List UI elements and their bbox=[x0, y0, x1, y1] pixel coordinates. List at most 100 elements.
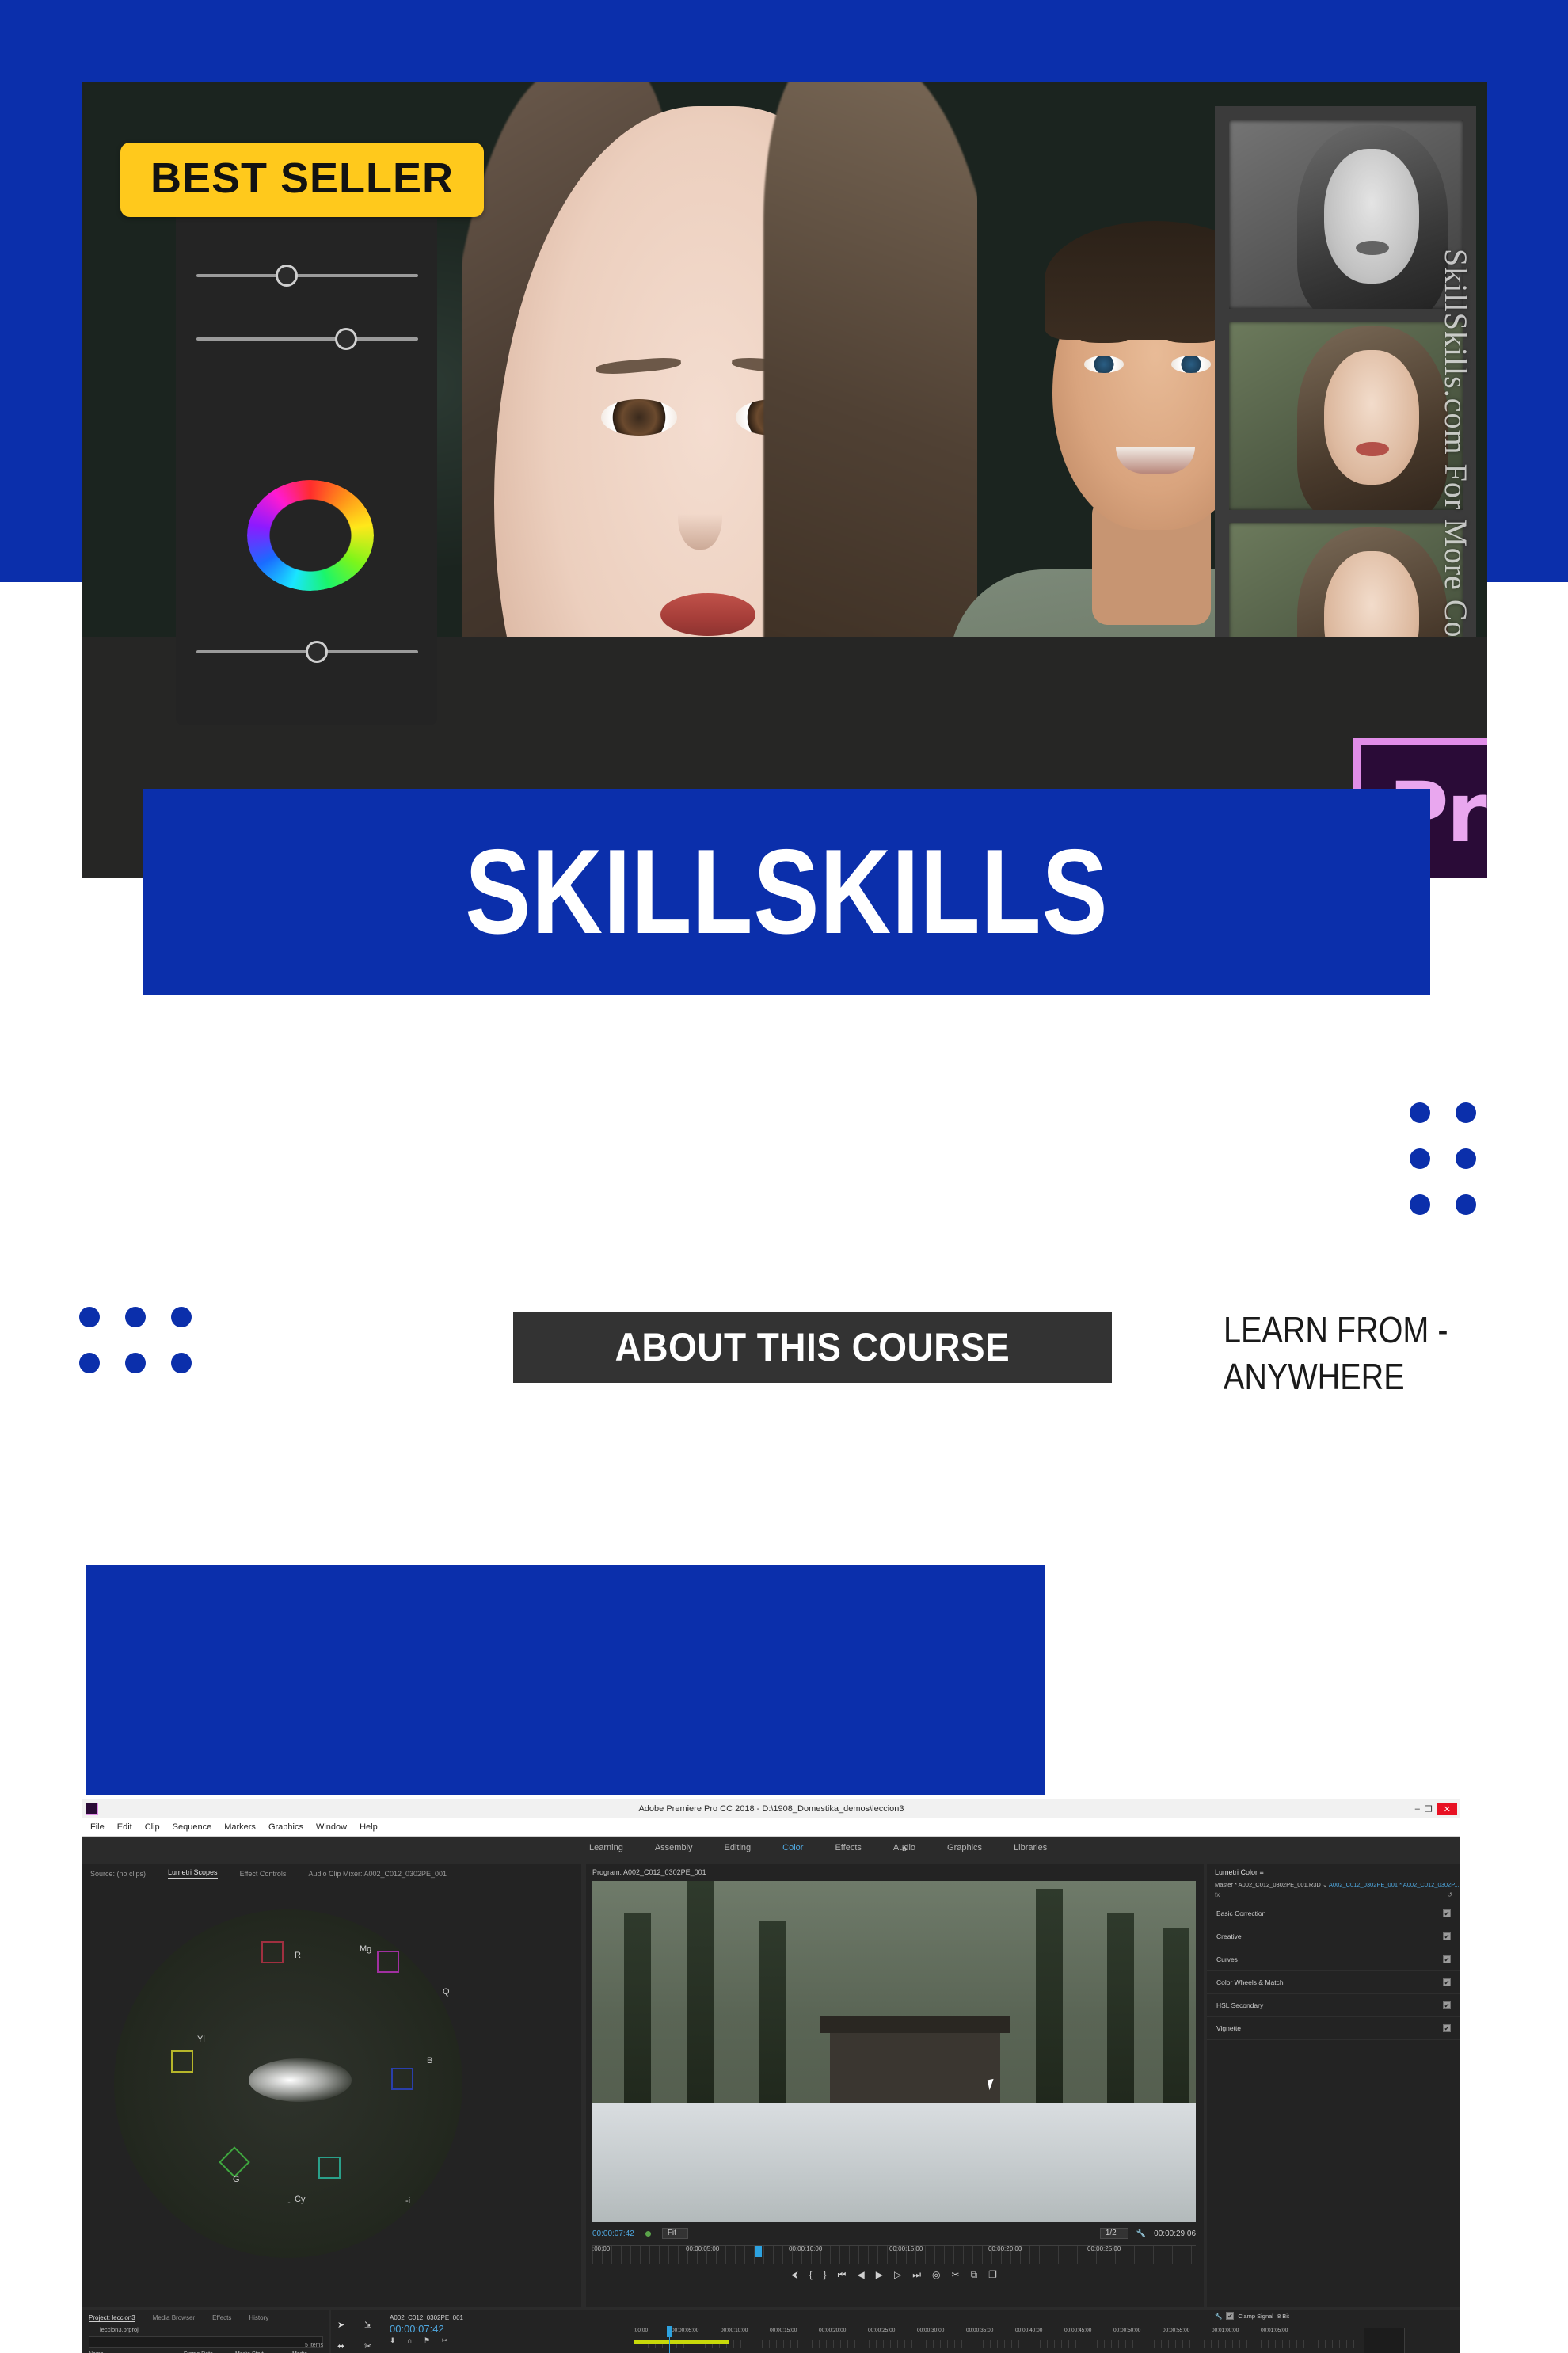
vectorscope[interactable]: R Mg Q B -i Cy G Yl bbox=[114, 1909, 462, 2258]
timeline-settings-icon[interactable]: ✂ bbox=[442, 2336, 453, 2344]
slider-track-2[interactable] bbox=[196, 328, 418, 350]
lumetri-section-vignette[interactable]: Vignette ✔ bbox=[1207, 2017, 1460, 2040]
ripple-edit-tool-icon[interactable]: ⬌ bbox=[337, 2341, 360, 2353]
project-file-name[interactable]: leccion3.prproj bbox=[82, 2322, 329, 2333]
menu-bar[interactable]: File Edit Clip Sequence Markers Graphics… bbox=[82, 1818, 1460, 1837]
menu-item-file[interactable]: File bbox=[90, 1822, 105, 1832]
panel-menu-icon[interactable]: ≡ bbox=[1260, 1868, 1264, 1876]
tab-lumetri-scopes[interactable]: Lumetri Scopes bbox=[168, 1868, 218, 1879]
tab-history[interactable]: History bbox=[249, 2314, 268, 2322]
marker-icon[interactable]: ⚑ bbox=[424, 2336, 435, 2344]
menu-item-markers[interactable]: Markers bbox=[224, 1822, 256, 1832]
fx-label: fx bbox=[1215, 1891, 1220, 1898]
lumetri-section-color-wheels-match[interactable]: Color Wheels & Match ✔ bbox=[1207, 1971, 1460, 1994]
timeline-ruler[interactable]: :00:00 00:00:05:00 00:00:10:00 00:00:15:… bbox=[634, 2328, 1394, 2339]
mark-in-icon[interactable]: ⮜ bbox=[791, 2269, 798, 2281]
lumetri-section-basic-correction[interactable]: Basic Correction ✔ bbox=[1207, 1902, 1460, 1925]
out-point-icon[interactable]: } bbox=[824, 2269, 827, 2281]
project-tab-bar[interactable]: Project: leccion3 Media Browser Effects … bbox=[82, 2310, 329, 2322]
lumetri-section-creative[interactable]: Creative ✔ bbox=[1207, 1925, 1460, 1948]
menu-item-window[interactable]: Window bbox=[316, 1822, 347, 1832]
lumetri-section-curves[interactable]: Curves ✔ bbox=[1207, 1948, 1460, 1971]
settings-wrench-icon[interactable]: 🔧 bbox=[1136, 2229, 1146, 2238]
lumetri-master-row[interactable]: Master * A002_C012_0302PE_001.R3D ⌄ A002… bbox=[1207, 1876, 1460, 1888]
resolution-select[interactable]: 1/2 bbox=[1099, 2228, 1128, 2239]
tab-graphics[interactable]: Graphics bbox=[947, 1843, 982, 1852]
button-editor-icon[interactable]: ❐ bbox=[988, 2269, 997, 2281]
lumetri-scopes-panel: Source: (no clips) Lumetri Scopes Effect… bbox=[82, 1864, 581, 2307]
selection-tool-icon[interactable]: ➤ bbox=[337, 2320, 360, 2336]
ruler-tick-1: 00:00:05:00 bbox=[686, 2245, 720, 2252]
step-forward-icon[interactable]: ▷ bbox=[894, 2269, 901, 2281]
chevron-down-icon[interactable]: ⌄ bbox=[1323, 1881, 1327, 1888]
bit-depth-select[interactable]: 8 Bit bbox=[1277, 2313, 1289, 2320]
color-wheel-icon[interactable] bbox=[247, 480, 374, 591]
menu-item-sequence[interactable]: Sequence bbox=[173, 1822, 212, 1832]
target-mg bbox=[377, 1951, 399, 1973]
left-panel-tab-bar[interactable]: Source: (no clips) Lumetri Scopes Effect… bbox=[82, 1864, 581, 1879]
section-checkbox[interactable]: ✔ bbox=[1443, 1932, 1451, 1940]
tab-editing[interactable]: Editing bbox=[725, 1843, 752, 1852]
tl-tick-2: 00:00:10:00 bbox=[721, 2328, 748, 2333]
menu-item-clip[interactable]: Clip bbox=[145, 1822, 160, 1832]
menu-item-graphics[interactable]: Graphics bbox=[268, 1822, 303, 1832]
tab-libraries[interactable]: Libraries bbox=[1014, 1843, 1047, 1852]
reset-icon[interactable]: ↺ bbox=[1447, 1891, 1452, 1898]
timeline-sequence-name[interactable]: A002_C012_0302PE_001 bbox=[382, 2310, 1460, 2321]
lumetri-master-link[interactable]: A002_C012_0302PE_001 * A002_C012_0302P..… bbox=[1329, 1881, 1460, 1888]
window-controls[interactable]: – ❐ ✕ bbox=[1415, 1803, 1457, 1815]
section-checkbox[interactable]: ✔ bbox=[1443, 2001, 1451, 2009]
tab-source[interactable]: Source: (no clips) bbox=[90, 1870, 146, 1878]
maximize-icon[interactable]: ❐ bbox=[1425, 1804, 1433, 1814]
transport-controls[interactable]: ⮜ { } ⏮ ◀ ▶ ▷ ⏭ ◎ ✂ ⧉ ❐ bbox=[592, 2269, 1196, 2281]
tab-media-browser[interactable]: Media Browser bbox=[153, 2314, 195, 2322]
section-checkbox[interactable]: ✔ bbox=[1443, 1909, 1451, 1917]
slider-track-1[interactable] bbox=[196, 265, 418, 287]
go-to-in-icon[interactable]: ⏮ bbox=[838, 2269, 847, 2281]
slider-track-3[interactable] bbox=[196, 641, 418, 663]
workspace-overflow-icon[interactable]: » bbox=[902, 1843, 908, 1854]
step-back-icon[interactable]: ◀ bbox=[857, 2269, 864, 2281]
lift-icon[interactable]: ◎ bbox=[932, 2269, 940, 2281]
target-cy bbox=[318, 2157, 341, 2179]
menu-item-help[interactable]: Help bbox=[360, 1822, 378, 1832]
go-to-out-icon[interactable]: ⏭ bbox=[912, 2269, 921, 2281]
timeline-track[interactable] bbox=[634, 2340, 1394, 2348]
tab-audio-clip-mixer[interactable]: Audio Clip Mixer: A002_C012_0302PE_001 bbox=[308, 1870, 447, 1878]
snap-icon[interactable]: ⬇ bbox=[390, 2336, 401, 2344]
tab-learning[interactable]: Learning bbox=[589, 1843, 623, 1852]
minimize-icon[interactable]: – bbox=[1415, 1804, 1420, 1814]
tab-effects-bottom[interactable]: Effects bbox=[212, 2314, 231, 2322]
wrench-icon[interactable]: 🔧 bbox=[1215, 2313, 1222, 2320]
section-checkbox[interactable]: ✔ bbox=[1443, 1978, 1451, 1986]
ruler-tick-4: 00:00:20:00 bbox=[988, 2245, 1022, 2252]
section-checkbox[interactable]: ✔ bbox=[1443, 1955, 1451, 1963]
program-monitor-video[interactable] bbox=[592, 1881, 1196, 2222]
program-timeline-ruler[interactable]: :00:00 00:00:05:00 00:00:10:00 00:00:15:… bbox=[592, 2245, 1196, 2264]
tab-effects[interactable]: Effects bbox=[835, 1843, 861, 1852]
tab-color[interactable]: Color bbox=[782, 1843, 803, 1852]
close-icon[interactable]: ✕ bbox=[1437, 1803, 1457, 1815]
linked-selection-icon[interactable]: ∩ bbox=[407, 2336, 417, 2344]
tab-effect-controls[interactable]: Effect Controls bbox=[240, 1870, 287, 1878]
timeline-playhead[interactable] bbox=[667, 2326, 672, 2337]
program-timecode[interactable]: 00:00:07:42 bbox=[592, 2229, 634, 2238]
ruler-tick-2: 00:00:10:00 bbox=[789, 2245, 823, 2252]
in-point-icon[interactable]: { bbox=[809, 2269, 813, 2281]
tab-assembly[interactable]: Assembly bbox=[655, 1843, 693, 1852]
section-checkbox[interactable]: ✔ bbox=[1443, 2024, 1451, 2032]
menu-item-edit[interactable]: Edit bbox=[117, 1822, 132, 1832]
workspace-tab-bar[interactable]: Learning Assembly Editing Color Effects … bbox=[589, 1843, 1047, 1852]
play-icon[interactable]: ▶ bbox=[876, 2269, 883, 2281]
lumetri-section-hsl-secondary[interactable]: HSL Secondary ✔ bbox=[1207, 1994, 1460, 2017]
zoom-level-select[interactable]: Fit bbox=[661, 2228, 688, 2239]
timeline-video-clip[interactable] bbox=[634, 2340, 729, 2344]
export-frame-icon[interactable]: ⧉ bbox=[971, 2269, 978, 2281]
best-seller-label: BEST SELLER bbox=[150, 154, 455, 202]
program-playhead[interactable] bbox=[755, 2246, 762, 2257]
search-input[interactable] bbox=[89, 2336, 323, 2348]
clamp-signal-checkbox[interactable]: ✔ bbox=[1226, 2312, 1235, 2320]
extract-icon[interactable]: ✂ bbox=[951, 2269, 959, 2281]
tab-project[interactable]: Project: leccion3 bbox=[89, 2314, 135, 2322]
clamp-signal-row[interactable]: 🔧 ✔ Clamp Signal 8 Bit bbox=[1215, 2312, 1289, 2320]
